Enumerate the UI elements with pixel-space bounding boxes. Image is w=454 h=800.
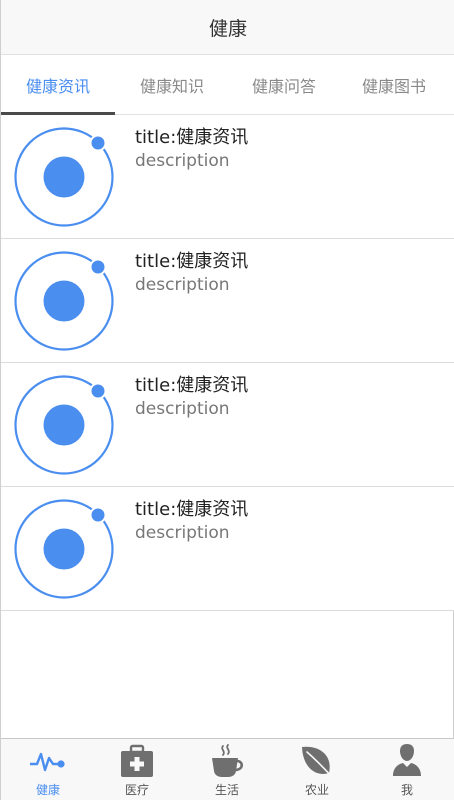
tabbar-label: 健康 <box>35 783 60 797</box>
tabbar-label: 医疗 <box>124 783 149 797</box>
header-bar: 健康 <box>1 0 454 55</box>
app-frame: 健康 健康资讯 健康知识 健康问答 健康图书 title:健康资讯 descri… <box>0 0 454 800</box>
item-title: title:健康资讯 <box>135 251 249 272</box>
tab-health-news[interactable]: 健康资讯 <box>1 55 115 115</box>
ionic-logo-icon <box>14 251 114 351</box>
item-description: description <box>135 399 230 419</box>
list-item[interactable]: title:健康资讯 description <box>1 239 454 363</box>
item-description: description <box>135 151 230 171</box>
tabbar-label: 农业 <box>304 783 329 797</box>
tab-health-knowledge[interactable]: 健康知识 <box>115 55 229 115</box>
item-title: title:健康资讯 <box>135 127 249 148</box>
tabbar-item-health[interactable]: 健康 <box>3 739 93 800</box>
tab-label: 健康图书 <box>362 77 427 96</box>
category-tabs: 健康资讯 健康知识 健康问答 健康图书 <box>1 55 454 115</box>
tabbar-item-medical[interactable]: 医疗 <box>92 739 182 800</box>
tabbar-label: 生活 <box>214 783 239 797</box>
list-item[interactable]: title:健康资讯 description <box>1 363 454 487</box>
tab-label: 健康资讯 <box>25 77 90 96</box>
tabbar-label: 我 <box>400 783 413 797</box>
news-list: title:健康资讯 description title:健康资讯 descri… <box>1 115 454 611</box>
ionic-logo-icon <box>14 127 114 227</box>
page-title: 健康 <box>208 17 247 40</box>
tab-health-qa[interactable]: 健康问答 <box>229 55 339 115</box>
pulse-icon <box>30 752 65 772</box>
cafe-icon <box>212 744 244 777</box>
person-icon <box>393 744 421 776</box>
ionic-logo-icon <box>14 499 114 599</box>
bottom-tab-bar: 健康 医疗 生活 农业 我 <box>1 738 454 800</box>
item-description: description <box>135 523 230 543</box>
item-title: title:健康资讯 <box>135 499 249 520</box>
item-description: description <box>135 275 230 295</box>
tab-label: 健康知识 <box>139 77 204 96</box>
list-item[interactable]: title:健康资讯 description <box>1 115 454 239</box>
medkit-icon <box>121 744 153 777</box>
tabbar-item-me[interactable]: 我 <box>362 739 452 800</box>
tabbar-item-agriculture[interactable]: 农业 <box>272 739 362 800</box>
list-item[interactable]: title:健康资讯 description <box>1 487 454 611</box>
tab-label: 健康问答 <box>251 77 316 96</box>
leaf-icon <box>302 746 334 779</box>
tabbar-item-life[interactable]: 生活 <box>182 739 272 800</box>
ionic-logo-icon <box>14 375 114 475</box>
tab-health-books[interactable]: 健康图书 <box>351 55 454 115</box>
item-title: title:健康资讯 <box>135 375 249 396</box>
